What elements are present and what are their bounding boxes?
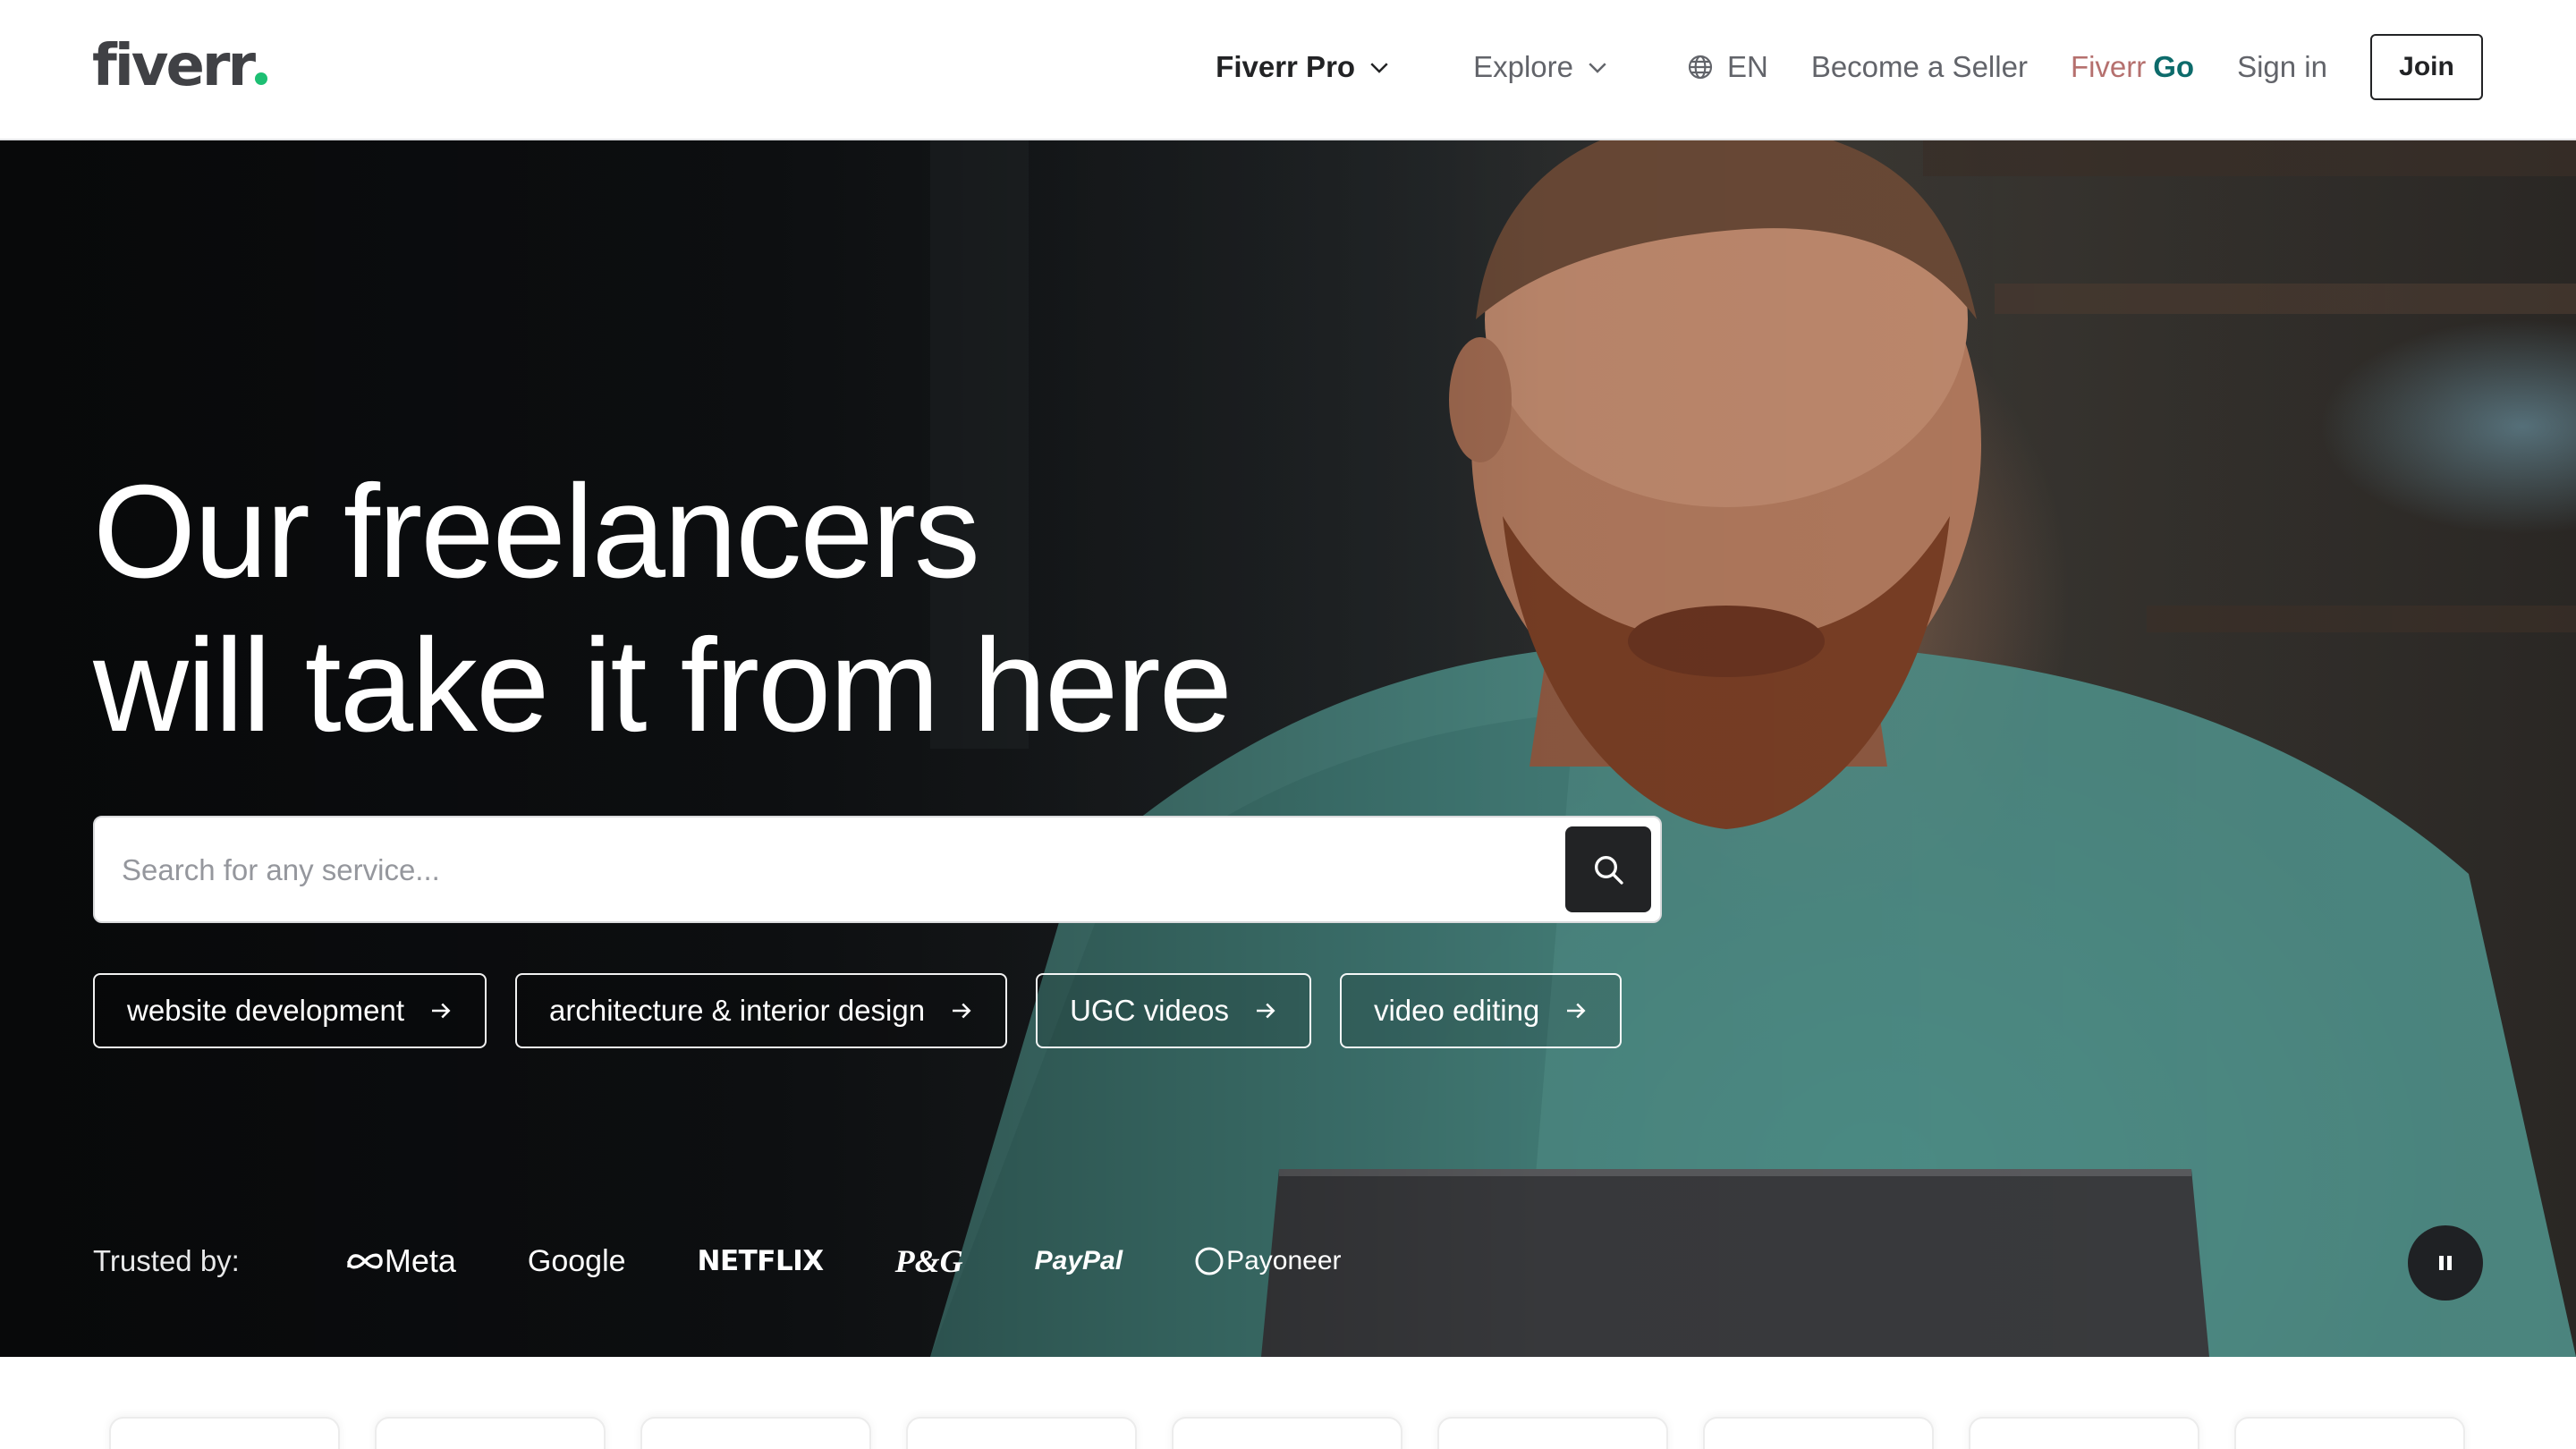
category-card[interactable] [2234,1417,2465,1449]
chip-website-development[interactable]: website development [93,973,487,1048]
nav-language[interactable]: EN [1686,50,1768,84]
meta-logo-text: Meta [384,1242,456,1279]
chevron-down-icon [1589,63,1606,73]
nav-explore-label: Explore [1473,50,1573,83]
logo-text: fiverr [92,33,256,99]
hero-section: Our freelancers will take it from here [0,140,2576,1357]
main-nav: Fiverr Pro Explore EN Become a Seller Fi… [1216,34,2483,100]
category-card[interactable] [906,1417,1137,1449]
pg-logo: P&G [894,1243,963,1279]
chip-ugc-videos[interactable]: UGC videos [1036,973,1311,1048]
search-button[interactable] [1565,826,1651,912]
category-card[interactable] [375,1417,606,1449]
category-card[interactable] [1172,1417,1402,1449]
top-header: fiverr Fiverr Pro Explore EN Become a Se… [0,0,2576,140]
netflix-logo: NETFLIX [697,1245,825,1277]
category-card[interactable] [1969,1417,2199,1449]
join-button[interactable]: Join [2370,34,2483,100]
paypal-logo: PayPal [1034,1246,1123,1275]
chip-label: UGC videos [1070,994,1229,1027]
chevron-down-icon [1370,63,1388,73]
category-cards-strip [0,1357,2576,1449]
nav-language-label: EN [1726,50,1768,83]
search-input[interactable] [122,841,1553,900]
chip-label: website development [127,994,405,1027]
nav-fiverr-pro-label: Fiverr Pro [1216,50,1356,83]
chip-label: architecture & interior design [549,994,926,1027]
pause-icon [2439,1256,2452,1270]
nav-explore[interactable]: Explore [1473,50,1611,84]
nav-sign-in-label: Sign in [2237,50,2327,83]
chip-video-editing[interactable]: video editing [1339,973,1623,1048]
chip-label: video editing [1373,994,1540,1027]
payoneer-logo: Payoneer [1194,1246,1342,1276]
globe-icon [1688,55,1713,80]
category-card[interactable] [640,1417,871,1449]
headline-line-1: Our freelancers [93,458,980,606]
headline-line-2: will take it from here [93,612,1233,759]
arrow-right-icon [953,1003,971,1019]
popular-searches: website development architecture & inter… [93,973,1650,1048]
fiverr-go-word2: Go [2153,50,2195,83]
category-card[interactable] [1437,1417,1668,1449]
arrow-right-icon [1256,1003,1275,1019]
payoneer-logo-text: Payoneer [1226,1246,1342,1275]
meta-logo: Meta [345,1242,456,1280]
category-card[interactable] [109,1417,340,1449]
nav-sign-in[interactable]: Sign in [2237,50,2327,84]
nav-fiverr-pro[interactable]: Fiverr Pro [1216,50,1393,84]
fiverr-logo[interactable]: fiverr [92,32,268,100]
nav-become-seller-label: Become a Seller [1810,50,2028,83]
google-logo: Google [527,1243,626,1278]
nav-fiverr-go[interactable]: Fiverr Go [2071,50,2194,84]
logo-dot [255,72,268,85]
arrow-right-icon [432,1003,451,1019]
search-icon [1595,856,1623,885]
trusted-by-row: Trusted by: Meta Google NETFLIX P&G PayP… [93,1241,1413,1281]
nav-become-seller[interactable]: Become a Seller [1811,50,2028,84]
trusted-by-label: Trusted by: [93,1244,240,1277]
hero-headline: Our freelancers will take it from here [93,455,1233,763]
search-bar [93,816,1662,923]
fiverr-go-word1: Fiverr [2070,50,2147,83]
meta-infinity-icon [347,1253,383,1269]
pause-video-button[interactable] [2408,1225,2483,1301]
category-card[interactable] [1703,1417,1934,1449]
chip-architecture-interior-design[interactable]: architecture & interior design [515,973,1008,1048]
payoneer-ring-icon [1195,1247,1224,1275]
arrow-right-icon [1567,1003,1586,1019]
